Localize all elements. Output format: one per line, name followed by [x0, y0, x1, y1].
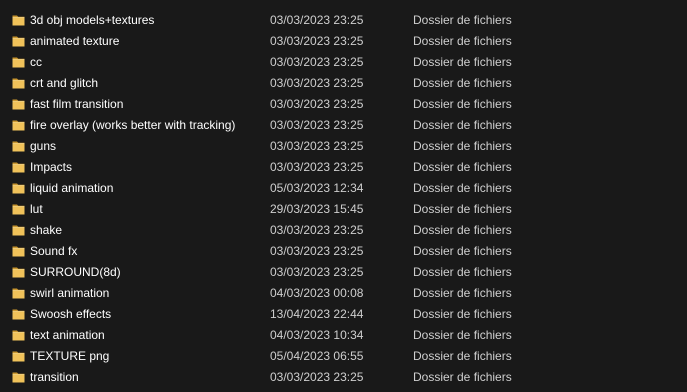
- file-row[interactable]: liquid animation 05/03/2023 12:34 Dossier …: [0, 178, 687, 199]
- file-name: crt and glitch: [30, 76, 99, 90]
- file-date-modified: 03/03/2023 23:25: [270, 370, 364, 384]
- file-name: TEXTURE png: [30, 349, 110, 363]
- file-type: Dossier de fichiers: [413, 160, 512, 174]
- file-type: Dossier de fichiers: [413, 307, 512, 321]
- file-row[interactable]: TEXTURE png 05/04/2023 06:55 Dossier de fi…: [0, 346, 687, 367]
- file-type: Dossier de fichiers: [413, 97, 512, 111]
- file-row[interactable]: fast film transition 03/03/2023 23:25 Doss…: [0, 94, 687, 115]
- file-name: text animation: [30, 328, 105, 342]
- file-row[interactable]: 3d obj models+textures 03/03/2023 23:25 Do…: [0, 10, 687, 31]
- file-type: Dossier de fichiers: [413, 265, 512, 279]
- folder-icon: [12, 371, 25, 383]
- file-type: Dossier de fichiers: [413, 34, 512, 48]
- file-type: Dossier de fichiers: [413, 244, 512, 258]
- file-name: fire overlay (works better with tracking…: [30, 118, 236, 132]
- file-row[interactable]: Sound fx 03/03/2023 23:25 Dossier de fichi…: [0, 241, 687, 262]
- folder-icon: [12, 35, 25, 47]
- file-date-modified: 03/03/2023 23:25: [270, 118, 364, 132]
- folder-icon: [12, 308, 25, 320]
- file-date-modified: 03/03/2023 23:25: [270, 139, 364, 153]
- file-type: Dossier de fichiers: [413, 76, 512, 90]
- folder-icon: [12, 224, 25, 236]
- file-row[interactable]: fire overlay (works better with tracking…: [0, 115, 687, 136]
- file-name: 3d obj models+textures: [30, 13, 155, 27]
- file-date-modified: 29/03/2023 15:45: [270, 202, 364, 216]
- file-row[interactable]: Swoosh effects 13/04/2023 22:44 Dossier de…: [0, 304, 687, 325]
- file-name: fast film transition: [30, 97, 124, 111]
- folder-icon: [12, 119, 25, 131]
- file-name: shake: [30, 223, 63, 237]
- file-row[interactable]: animated texture 03/03/2023 23:25 Dossier …: [0, 31, 687, 52]
- folder-icon: [12, 350, 25, 362]
- file-type: Dossier de fichiers: [413, 118, 512, 132]
- file-row[interactable]: cc 03/03/2023 23:25 Dossier de fichiers: [0, 52, 687, 73]
- file-date-modified: 13/04/2023 22:44: [270, 307, 364, 321]
- file-date-modified: 03/03/2023 23:25: [270, 265, 364, 279]
- folder-icon: [12, 203, 25, 215]
- file-row[interactable]: shake 03/03/2023 23:25 Dossier de fichiers: [0, 220, 687, 241]
- file-type: Dossier de fichiers: [413, 139, 512, 153]
- file-date-modified: 03/03/2023 23:25: [270, 76, 364, 90]
- file-name: Sound fx: [30, 244, 78, 258]
- file-row[interactable]: SURROUND(8d) 03/03/2023 23:25 Dossier de f…: [0, 262, 687, 283]
- folder-icon: [12, 329, 25, 341]
- file-date-modified: 03/03/2023 23:25: [270, 244, 364, 258]
- file-row[interactable]: Impacts 03/03/2023 23:25 Dossier de fichie…: [0, 157, 687, 178]
- file-name: Impacts: [30, 160, 73, 174]
- folder-icon: [12, 182, 25, 194]
- file-row[interactable]: lut 29/03/2023 15:45 Dossier de fichiers: [0, 199, 687, 220]
- folder-icon: [12, 287, 25, 299]
- folder-icon: [12, 245, 25, 257]
- file-name: Swoosh effects: [30, 307, 112, 321]
- file-type: Dossier de fichiers: [413, 370, 512, 384]
- file-name: lut: [30, 202, 43, 216]
- file-date-modified: 05/03/2023 12:34: [270, 181, 364, 195]
- file-name: transition: [30, 370, 79, 384]
- file-name: guns: [30, 139, 57, 153]
- folder-icon: [12, 266, 25, 278]
- file-row[interactable]: transition 03/03/2023 23:25 Dossier de fic…: [0, 367, 687, 388]
- file-type: Dossier de fichiers: [413, 55, 512, 69]
- file-date-modified: 04/03/2023 10:34: [270, 328, 364, 342]
- file-row[interactable]: swirl animation 04/03/2023 00:08 Dossier d…: [0, 283, 687, 304]
- file-date-modified: 05/04/2023 06:55: [270, 349, 364, 363]
- file-type: Dossier de fichiers: [413, 13, 512, 27]
- folder-icon: [12, 161, 25, 173]
- file-row[interactable]: guns 03/03/2023 23:25 Dossier de fichiers: [0, 136, 687, 157]
- folder-icon: [12, 77, 25, 89]
- folder-icon: [12, 140, 25, 152]
- file-type: Dossier de fichiers: [413, 286, 512, 300]
- file-type: Dossier de fichiers: [413, 328, 512, 342]
- file-date-modified: 03/03/2023 23:25: [270, 223, 364, 237]
- folder-icon: [12, 56, 25, 68]
- file-date-modified: 04/03/2023 00:08: [270, 286, 364, 300]
- file-date-modified: 03/03/2023 23:25: [270, 97, 364, 111]
- file-type: Dossier de fichiers: [413, 202, 512, 216]
- file-type: Dossier de fichiers: [413, 349, 512, 363]
- file-name: swirl animation: [30, 286, 110, 300]
- file-name: animated texture: [30, 34, 120, 48]
- folder-icon: [12, 14, 25, 26]
- file-row[interactable]: crt and glitch 03/03/2023 23:25 Dossier de…: [0, 73, 687, 94]
- file-name: cc: [30, 55, 42, 69]
- file-type: Dossier de fichiers: [413, 181, 512, 195]
- file-type: Dossier de fichiers: [413, 223, 512, 237]
- file-row[interactable]: text animation 04/03/2023 10:34 Dossier de…: [0, 325, 687, 346]
- file-list: 3d obj models+textures 03/03/2023 23:25 Do…: [0, 0, 687, 392]
- file-date-modified: 03/03/2023 23:25: [270, 13, 364, 27]
- file-name: SURROUND(8d): [30, 265, 121, 279]
- file-date-modified: 03/03/2023 23:25: [270, 160, 364, 174]
- file-date-modified: 03/03/2023 23:25: [270, 34, 364, 48]
- folder-icon: [12, 98, 25, 110]
- file-name: liquid animation: [30, 181, 114, 195]
- file-date-modified: 03/03/2023 23:25: [270, 55, 364, 69]
